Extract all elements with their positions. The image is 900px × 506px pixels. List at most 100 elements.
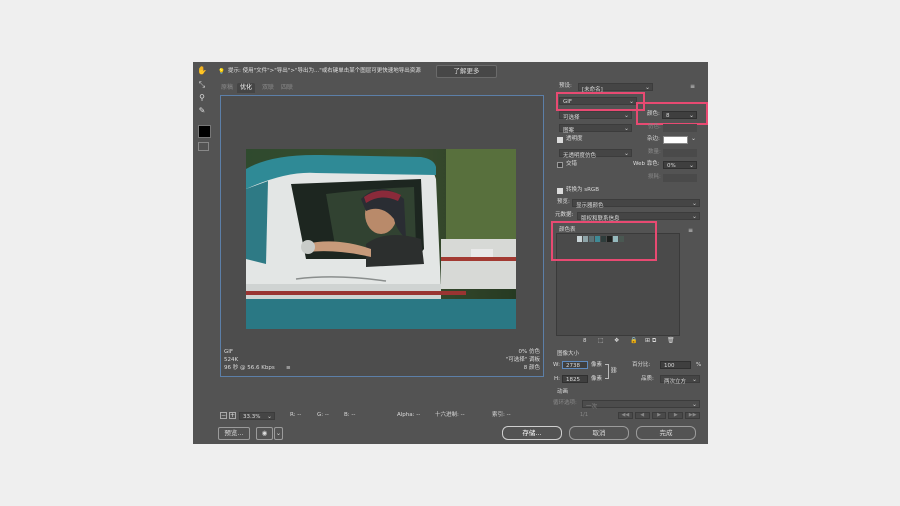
loop-value: 一次 — [586, 404, 598, 410]
trash-icon[interactable]: 🗑 — [667, 338, 675, 344]
matte-chevron-down-icon[interactable]: ⌄ — [691, 136, 696, 142]
metadata-label: 元数据: — [555, 212, 574, 218]
dither-algorithm-value: 图案 — [563, 128, 575, 134]
hand-tool-icon[interactable]: ✋ — [197, 66, 207, 76]
info-format: GIF — [224, 349, 234, 355]
add-color-icon[interactable]: ⊞ — [645, 338, 650, 344]
interlaced-label: 交错 — [566, 161, 578, 167]
eyedropper-tool-icon[interactable]: ✎ — [197, 106, 207, 116]
transparency-dither-value: 无透明度仿色 — [563, 153, 597, 159]
quality-select[interactable]: 两次立方 ⌄ — [660, 375, 700, 385]
transparency-checkbox[interactable] — [557, 137, 563, 143]
chevron-down-icon: ⌄ — [691, 401, 697, 408]
slice-select-tool-icon[interactable]: ⤡ — [197, 80, 207, 90]
preset-select[interactable]: [未命名] ⌄ — [578, 83, 653, 93]
chevron-down-icon: ⌄ — [623, 112, 629, 119]
width-label: W: — [553, 362, 560, 368]
eyedropper-color-swatch[interactable] — [198, 125, 211, 138]
tab-optimized[interactable]: 优化 — [240, 85, 252, 91]
tab-original[interactable]: 原稿 — [221, 85, 233, 91]
height-label: H: — [554, 376, 560, 382]
download-speed-menu-icon[interactable]: ≡ — [286, 365, 291, 372]
play-icon[interactable]: ▶ — [651, 412, 667, 419]
color-table-menu-icon[interactable]: ≡ — [688, 228, 693, 234]
cancel-button[interactable]: 取消 — [569, 426, 629, 440]
matte-color-swatch[interactable] — [663, 136, 688, 144]
quality-label: 品质: — [641, 376, 654, 382]
toggle-slices-icon[interactable] — [198, 142, 209, 151]
width-input[interactable]: 2738 — [562, 361, 588, 369]
tab-4-up[interactable]: 四联 — [281, 85, 293, 91]
height-unit: 像素 — [591, 376, 603, 382]
preview-select[interactable]: 显示器颜色 ⌄ — [572, 199, 700, 209]
color-table-highlight — [551, 221, 657, 261]
save-button[interactable]: 存储... — [502, 426, 562, 440]
preview-value: 显示器颜色 — [576, 203, 604, 209]
height-value: 1825 — [566, 377, 580, 383]
next-frame-icon[interactable]: ▶ — [668, 412, 684, 419]
convert-srgb-checkbox[interactable] — [557, 188, 563, 194]
info-size: 524K — [224, 357, 239, 363]
browser-icon[interactable]: ◉ — [256, 427, 273, 440]
transparency-dither-select[interactable]: 无透明度仿色 ⌄ — [559, 149, 632, 159]
image-size-title: 图像大小 — [557, 351, 580, 357]
zoom-out-button[interactable]: − — [220, 412, 227, 419]
zoom-level-select[interactable]: 33.3% ⌄ — [239, 412, 275, 420]
metadata-select[interactable]: 版权和联系信息 ⌄ — [577, 212, 700, 222]
chevron-down-icon: ⌄ — [688, 162, 694, 169]
dither-algorithm-select[interactable]: 图案 ⌄ — [559, 124, 632, 134]
preset-label: 预设: — [559, 83, 572, 89]
info-download-time: 96 秒 @ 56.6 Kbps — [224, 365, 275, 371]
convert-srgb-label: 转换为 sRGB — [566, 187, 599, 193]
save-for-web-dialog: ✋ ⤡ ⚲ ✎ 💡 提示: 使用"文件">"导出">"导出为..."或右键单击某… — [193, 62, 708, 444]
hint-text: 提示: 使用"文件">"导出">"导出为..."或右键单击某个图层可更快速地导出… — [228, 68, 421, 74]
browser-chevron-down-icon[interactable]: ⌄ — [274, 427, 283, 440]
preview-in-browser-button[interactable]: 预览... — [218, 427, 250, 440]
percent-input[interactable]: 100 — [660, 361, 691, 369]
preview-pane[interactable]: GIF 524K 96 秒 @ 56.6 Kbps ≡ 0% 仿色 "可选择" … — [220, 95, 544, 377]
height-input[interactable]: 1825 — [562, 375, 588, 383]
prev-frame-icon[interactable]: ◀ — [634, 412, 650, 419]
web-shift-icon[interactable]: ❖ — [614, 338, 619, 344]
chevron-down-icon: ⌄ — [691, 376, 697, 383]
reduction-select[interactable]: 可选择 ⌄ — [559, 111, 632, 121]
width-value: 2738 — [566, 363, 580, 369]
loop-label: 循环选项: — [553, 400, 577, 406]
status-alpha: Alpha: -- — [397, 412, 421, 418]
lock-icon[interactable]: 🔒 — [630, 338, 637, 344]
percent-unit: % — [696, 362, 702, 368]
optimize-menu-icon[interactable]: ≡ — [690, 84, 695, 90]
link-icon[interactable]: ⛓ — [610, 368, 618, 374]
info-colors: 8 颜色 — [523, 365, 540, 371]
web-snap-input[interactable]: 0% ⌄ — [663, 161, 697, 169]
status-hex: 十六进制: -- — [435, 412, 465, 418]
percent-value: 100 — [664, 363, 675, 369]
status-b: B: -- — [344, 412, 356, 418]
constrain-bracket — [605, 364, 609, 379]
interlaced-checkbox[interactable] — [557, 162, 563, 168]
web-snap-label: Web 靠色: — [633, 161, 660, 167]
chevron-down-icon: ⌄ — [691, 213, 697, 220]
animation-controls: ◀◀ ◀ ▶ ▶ ▶▶ — [618, 412, 700, 419]
tab-2-up[interactable]: 双联 — [262, 85, 274, 91]
new-color-icon[interactable]: ⧉ — [652, 338, 656, 344]
learn-more-button[interactable]: 了解更多 — [436, 65, 497, 78]
first-frame-icon[interactable]: ◀◀ — [618, 412, 633, 419]
lossy-label: 损耗: — [648, 174, 661, 180]
loop-select: 一次 ⌄ — [582, 400, 700, 410]
percent-label: 百分比: — [632, 362, 651, 368]
zoom-level-value: 33.3% — [243, 414, 261, 420]
chevron-down-icon: ⌄ — [623, 150, 629, 157]
reduction-value: 可选择 — [563, 115, 580, 121]
done-button[interactable]: 完成 — [636, 426, 696, 440]
last-frame-icon[interactable]: ▶▶ — [685, 412, 700, 419]
color-count: 8 — [583, 338, 587, 344]
zoom-tool-icon[interactable]: ⚲ — [197, 93, 207, 103]
info-dither: 0% 仿色 — [518, 349, 540, 355]
hint-icon: 💡 — [218, 69, 225, 75]
status-g: G: -- — [317, 412, 329, 418]
zoom-in-button[interactable]: + — [229, 412, 236, 419]
format-highlight — [556, 92, 645, 111]
map-color-icon[interactable]: ⬚ — [598, 338, 604, 344]
status-index: 索引: -- — [492, 412, 511, 418]
